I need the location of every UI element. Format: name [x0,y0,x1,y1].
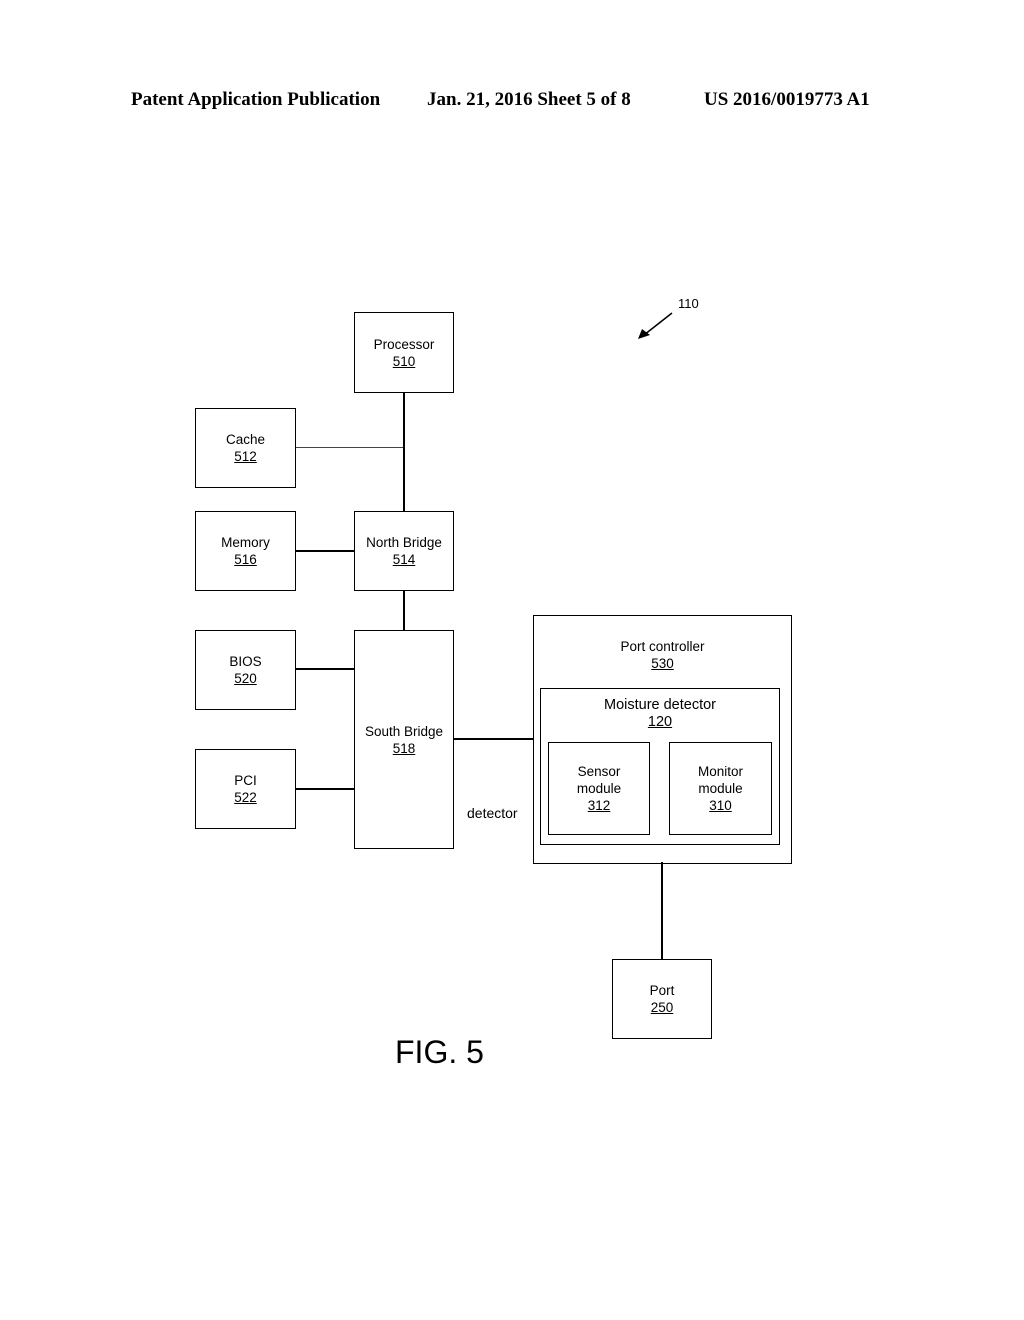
processor-number: 510 [392,353,416,369]
sensor-module-label-1: Sensor [577,764,621,779]
south-bridge-label: South Bridge [364,723,444,739]
southbridge-portcontroller-line [454,738,533,740]
monitor-module-number: 310 [709,798,732,813]
north-bridge-label: North Bridge [366,535,442,550]
sensor-module-block: Sensor module 312 [548,742,650,835]
bios-number: 520 [234,671,257,686]
port-number: 250 [650,1000,674,1015]
processor-label: Processor [373,336,435,352]
north-bridge-number: 514 [392,552,416,567]
date-sheet: Jan. 21, 2016 Sheet 5 of 8 [427,89,631,110]
publication-number: US 2016/0019773 A1 [704,89,870,110]
sensor-module-label-2: module [576,781,622,796]
reference-arrow-icon [638,312,673,339]
figure-label: FIG. 5 [395,1034,484,1070]
processor-northbridge-line [403,392,405,511]
cache-label: Cache [225,432,266,447]
pci-label: PCI [234,773,257,788]
pci-number: 522 [234,790,257,805]
memory-number: 516 [234,552,257,567]
memory-label: Memory [221,535,270,550]
south-bridge-number: 518 [392,740,416,756]
bios-label: BIOS [229,654,262,669]
north-bridge-block: North Bridge 514 [354,511,454,591]
monitor-module-label-1: Monitor [697,764,743,779]
moisture-detector-label: Moisture detector [603,697,717,713]
monitor-module-block: Monitor module 310 [669,742,772,835]
pci-block: PCI 522 [195,749,296,829]
port-block: Port 250 [612,959,712,1039]
sensor-module-number: 312 [587,798,611,813]
pci-line [295,788,354,790]
port-controller-number: 530 [651,656,674,671]
memory-block: Memory 516 [195,511,296,591]
cache-line [295,447,403,448]
memory-line [295,550,354,552]
moisture-detector-number: 120 [647,714,673,730]
bios-line [295,668,354,670]
publication-title: Patent Application Publication [131,89,381,110]
processor-block: Processor 510 [354,312,454,393]
cache-block: Cache 512 [195,408,296,488]
south-bridge-block: South Bridge 518 [354,630,454,849]
monitor-module-label-2: module [698,781,743,796]
port-label: Port [649,983,675,998]
port-controller-label: Port controller [620,639,705,654]
bios-block: BIOS 520 [195,630,296,710]
portcontroller-port-line [661,862,663,959]
northbridge-southbridge-line [403,590,405,630]
reference-numeral: 110 [678,296,699,311]
stray-detector-text: detector [467,805,518,821]
cache-number: 512 [234,449,257,464]
